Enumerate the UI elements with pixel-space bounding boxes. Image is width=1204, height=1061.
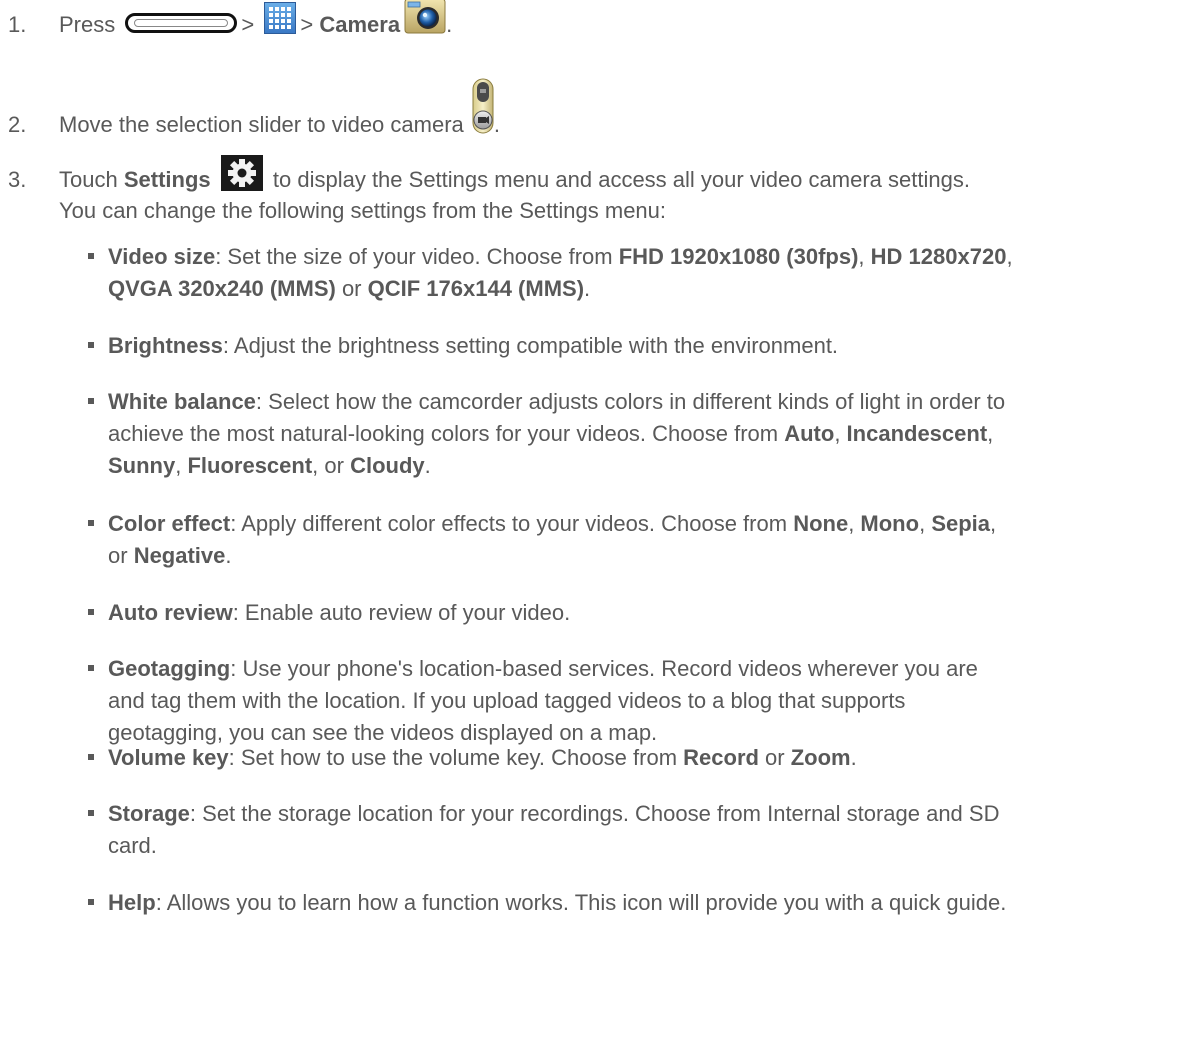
- step-1: 1. Press > > Camera .: [8, 0, 453, 45]
- period: .: [446, 11, 453, 37]
- settings-list-item: Video size: Set the size of your video. …: [88, 241, 1198, 305]
- mode-slider-icon: [472, 78, 494, 134]
- bullet-marker: [88, 342, 94, 348]
- option-value: Mono: [860, 511, 920, 536]
- step-number: 1.: [8, 11, 27, 37]
- settings-item-description: Storage: Set the storage location for yo…: [108, 801, 1000, 858]
- bullet-marker: [88, 609, 94, 615]
- step-3: 3. Touch Settings to display the Setting…: [8, 155, 970, 199]
- home-key-icon: [125, 13, 238, 33]
- settings-list-item: White balance: Select how the camcorder …: [88, 386, 1198, 482]
- settings-item-label: Volume key: [108, 745, 229, 770]
- settings-item-label: Geotagging: [108, 656, 231, 681]
- step-text: to display the Settings menu and access …: [272, 166, 970, 192]
- settings-list-item: Auto review: Enable auto review of your …: [88, 597, 1198, 629]
- settings-item-description: White balance: Select how the camcorder …: [108, 389, 1006, 478]
- bullet-marker: [88, 754, 94, 760]
- settings-item-label: Storage: [108, 801, 190, 826]
- settings-item-description: Color effect: Apply different color effe…: [108, 511, 997, 568]
- settings-list-item: Geotagging: Use your phone's location-ba…: [88, 653, 1198, 749]
- bullet-marker: [88, 665, 94, 671]
- step-2: 2. Move the selection slider to video cam…: [8, 78, 501, 154]
- separator: >: [241, 11, 255, 37]
- option-value: FHD 1920x1080 (30fps): [618, 244, 859, 269]
- step-text: Press: [59, 11, 116, 37]
- apps-icon: [264, 2, 297, 34]
- option-value: QVGA 320x240 (MMS): [108, 275, 336, 301]
- bullet-marker: [88, 520, 94, 526]
- settings-list-item: Volume key: Set how to use the volume ke…: [88, 742, 1198, 774]
- gear-icon: [220, 155, 263, 191]
- settings-item-description: Brightness: Adjust the brightness settin…: [108, 333, 839, 358]
- bullet-marker: [88, 899, 94, 905]
- settings-item-label: Brightness: [108, 333, 223, 358]
- option-value: Sunny: [108, 452, 176, 478]
- option-value: Fluorescent: [187, 452, 313, 478]
- settings-item-description: Volume key: Set how to use the volume ke…: [108, 745, 857, 770]
- option-value: None: [793, 511, 849, 536]
- settings-item-label: Color effect: [108, 511, 231, 536]
- option-value: Negative: [133, 542, 226, 568]
- settings-list-item: Color effect: Apply different color effe…: [88, 508, 1198, 572]
- option-value: Incandescent: [846, 420, 988, 446]
- option-value: Zoom: [790, 745, 851, 770]
- bullet-marker: [88, 398, 94, 404]
- period: .: [493, 111, 501, 137]
- option-value: Auto: [784, 420, 835, 446]
- settings-item-description: Video size: Set the size of your video. …: [108, 244, 1013, 301]
- separator: >: [300, 11, 314, 37]
- settings-item-label: Help: [108, 890, 156, 915]
- settings-item-description: Auto review: Enable auto review of your …: [108, 600, 571, 625]
- settings-item-label: Video size: [108, 244, 216, 269]
- option-value: Record: [683, 745, 759, 770]
- settings-list-item: Storage: Set the storage location for yo…: [88, 798, 1198, 862]
- camera-label: Camera: [319, 11, 401, 37]
- settings-item-description: Geotagging: Use your phone's location-ba…: [108, 656, 978, 745]
- settings-list-item: Brightness: Adjust the brightness settin…: [88, 330, 1198, 362]
- step-number: 2.: [8, 111, 27, 137]
- settings-label: Settings: [123, 166, 211, 192]
- step-text: Move the selection slider to video camer…: [59, 111, 464, 137]
- settings-item-description: Help: Allows you to learn how a function…: [108, 890, 1007, 915]
- bullet-marker: [88, 253, 94, 259]
- option-value: HD 1280x720: [870, 244, 1007, 269]
- step-text: Touch: [59, 166, 118, 192]
- option-value: QCIF 176x144 (MMS): [367, 275, 585, 301]
- bullet-marker: [88, 810, 94, 816]
- option-value: Cloudy: [350, 452, 425, 478]
- settings-list-item: Help: Allows you to learn how a function…: [88, 887, 1198, 919]
- settings-item-label: White balance: [108, 389, 256, 414]
- option-value: Sepia: [931, 511, 991, 536]
- settings-item-label: Auto review: [108, 600, 233, 625]
- camera-app-icon: [404, 0, 446, 35]
- step-3-continuation: You can change the following settings fr…: [59, 198, 667, 223]
- step-number: 3.: [8, 166, 27, 192]
